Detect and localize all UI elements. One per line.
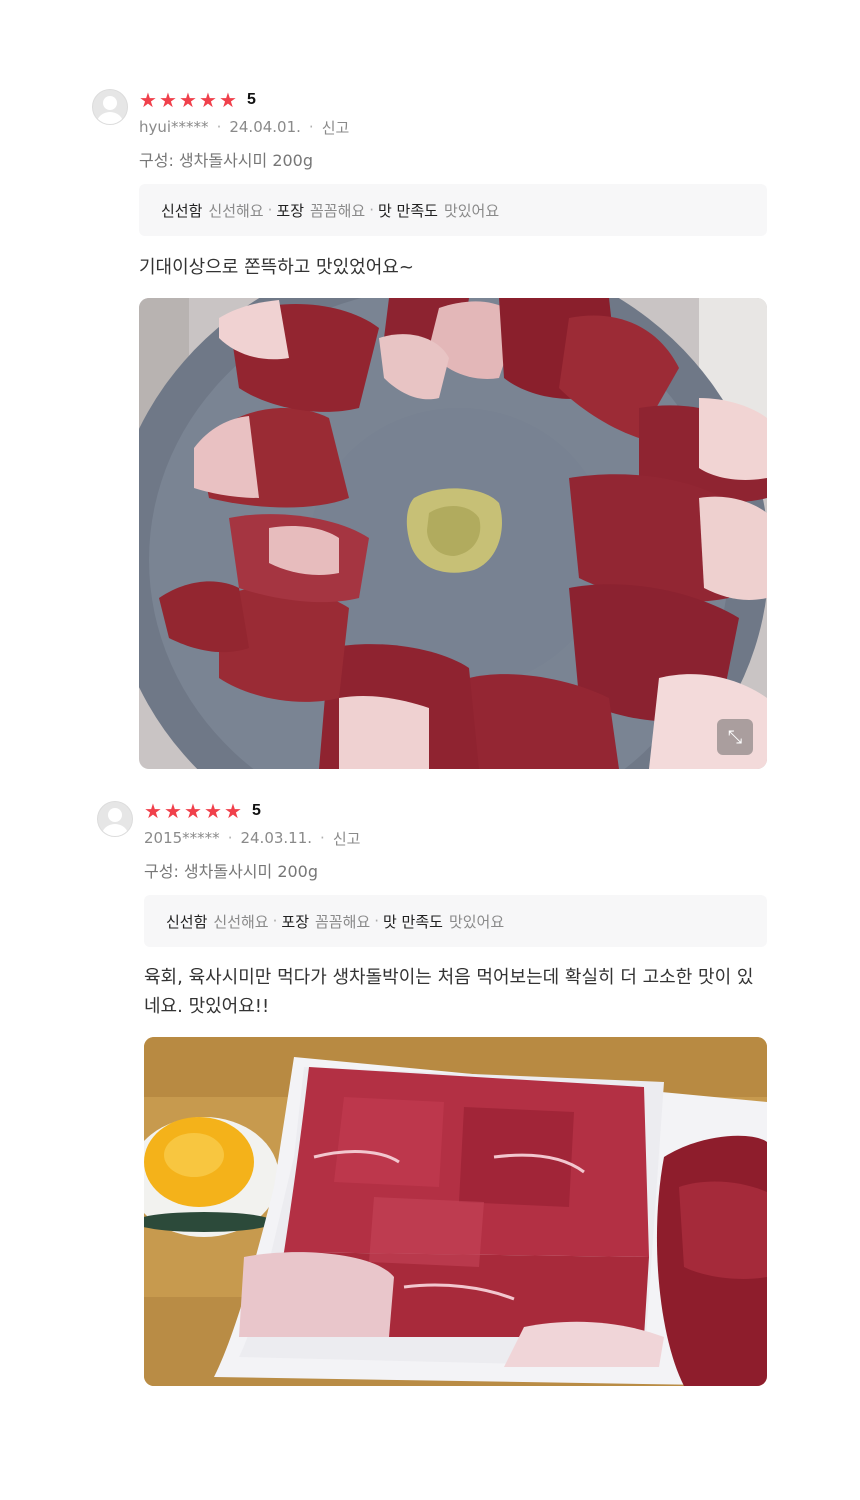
tag-value-packaging: 꼼꼼해요	[315, 912, 371, 931]
tag-key-freshness: 신선함	[166, 912, 208, 931]
product-option: 구성: 생차돌사시미 200g	[144, 862, 319, 881]
separator: ·	[267, 201, 273, 219]
tag-value-packaging: 꼼꼼해요	[310, 201, 366, 220]
separator: ·	[216, 118, 222, 136]
avatar	[97, 801, 133, 837]
product-option: 구성: 생차돌사시미 200g	[139, 151, 314, 170]
tag-key-taste: 맛 만족도	[377, 201, 438, 220]
tag-key-packaging: 포장	[281, 912, 309, 931]
review-photo[interactable]: ⤡	[139, 298, 767, 769]
separator: ·	[369, 201, 374, 219]
evaluation-tags: 신선함 신선해요 · 포장 꼼꼼해요 · 맛 만족도 맛있어요	[144, 895, 767, 947]
review-text: 기대이상으로 쫀뜩하고 맛있었어요~	[139, 257, 414, 278]
rating-score: 5	[252, 802, 261, 819]
expand-icon[interactable]: ⤡	[717, 719, 753, 755]
tag-value-taste: 맛있어요	[448, 912, 505, 931]
rating-score: 5	[247, 91, 256, 108]
separator: ·	[272, 912, 278, 930]
evaluation-tags: 신선함 신선해요 · 포장 꼼꼼해요 · 맛 만족도 맛있어요	[139, 184, 767, 236]
author-name: 2015*****	[144, 829, 220, 847]
avatar	[92, 89, 128, 125]
separator: ·	[320, 829, 325, 847]
tag-key-taste: 맛 만족도	[382, 912, 443, 931]
tag-key-freshness: 신선함	[161, 201, 203, 220]
review-photo[interactable]	[144, 1037, 767, 1386]
rating: ★ ★ ★ ★ ★ 5	[144, 799, 261, 823]
meat-plate-image	[144, 1037, 767, 1386]
tag-key-packaging: 포장	[276, 201, 304, 220]
tag-value-freshness: 신선해요	[208, 201, 264, 220]
meat-platter-image	[139, 298, 767, 769]
review-date: 24.03.11.	[240, 829, 313, 847]
rating: ★ ★ ★ ★ ★ 5	[139, 88, 256, 112]
review-meta: 2015***** · 24.03.11. · 신고	[144, 828, 360, 848]
review-date: 24.04.01.	[229, 118, 301, 136]
tag-value-freshness: 신선해요	[213, 912, 269, 931]
separator: ·	[227, 829, 233, 847]
star-rating-icon: ★ ★ ★ ★ ★	[144, 799, 242, 823]
review-meta: hyui***** · 24.04.01. · 신고	[139, 117, 349, 137]
report-link[interactable]: 신고	[333, 828, 361, 849]
report-link[interactable]: 신고	[322, 117, 350, 138]
author-name: hyui*****	[139, 118, 209, 136]
star-rating-icon: ★ ★ ★ ★ ★	[139, 88, 237, 112]
separator: ·	[308, 118, 314, 136]
review-text: 육회, 육사시미만 먹다가 생차돌박이는 처음 먹어보는데 확실히 더 고소한 …	[144, 967, 754, 1017]
tag-value-taste: 맛있어요	[443, 201, 500, 220]
separator: ·	[374, 912, 379, 930]
